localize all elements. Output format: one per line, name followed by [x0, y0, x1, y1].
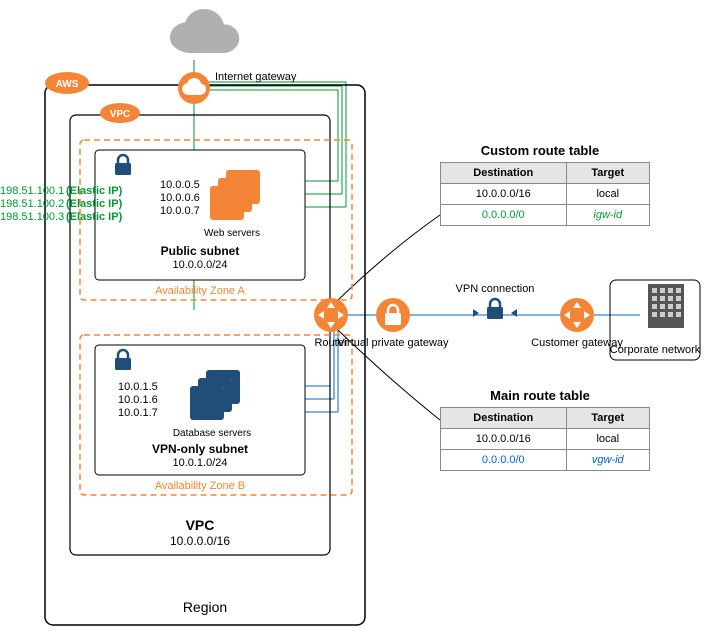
privsub-cidr: 10.0.1.0/24: [172, 457, 227, 469]
vpn-label: VPN connection: [456, 283, 535, 295]
web-label: Web servers: [204, 228, 260, 239]
pubsub-cidr: 10.0.0.0/24: [172, 259, 227, 271]
vgw-icon: [376, 298, 410, 332]
col-dest: Destination: [441, 408, 567, 429]
col-tgt: Target: [566, 408, 649, 429]
eip-1-tag: (Elastic IP): [66, 198, 123, 210]
crt-title: Custom route table: [481, 143, 599, 158]
webip-1: 10.0.0.6: [160, 192, 200, 204]
table-row: 0.0.0.0/0igw-id: [441, 205, 650, 226]
webip-0: 10.0.0.5: [160, 179, 200, 191]
vpc-cidr: 10.0.0.0/16: [170, 534, 230, 548]
region-label: Region: [183, 599, 227, 615]
dbip-0: 10.0.1.5: [118, 381, 158, 393]
internet-gateway-icon: [178, 72, 210, 104]
vgw-label: Virtual private gateway: [337, 337, 449, 349]
table-row: 0.0.0.0/0vgw-id: [441, 450, 650, 471]
svg-text:AWS: AWS: [56, 79, 79, 90]
webip-2: 10.0.0.7: [160, 205, 200, 217]
building-icon: [648, 284, 684, 328]
az-b-label: Availability Zone B: [155, 480, 245, 492]
dbip-1: 10.0.1.6: [118, 394, 158, 406]
eip-2-ip: 198.51.100.3: [0, 211, 64, 223]
mrt-title: Main route table: [490, 388, 590, 403]
eip-0-tag: (Elastic IP): [66, 185, 123, 197]
col-dest: Destination: [441, 163, 567, 184]
cloud-icon: [170, 9, 239, 53]
corpnet-label: Corporate network: [610, 344, 701, 356]
eip-0-ip: 198.51.100.1: [0, 185, 64, 197]
vpc-badge: VPC: [100, 103, 140, 123]
main-route-table: DestinationTarget 10.0.0.0/16local 0.0.0…: [440, 407, 650, 471]
db-label: Database servers: [173, 428, 251, 439]
vpc-title: VPC: [186, 517, 215, 533]
igw-label: Internet gateway: [215, 71, 297, 83]
eip-2-tag: (Elastic IP): [66, 211, 123, 223]
table-row: 10.0.0.0/16local: [441, 184, 650, 205]
vpn-icon: [473, 299, 517, 319]
svg-text:VPC: VPC: [110, 109, 131, 120]
cgw-icon: [560, 298, 594, 332]
privsub-label: VPN-only subnet: [152, 442, 248, 456]
eip-1-ip: 198.51.100.2: [0, 198, 64, 210]
col-tgt: Target: [566, 163, 649, 184]
custom-route-table: DestinationTarget 10.0.0.0/16local 0.0.0…: [440, 162, 650, 226]
router-icon: [314, 298, 348, 332]
pubsub-label: Public subnet: [161, 244, 240, 258]
table-row: 10.0.0.0/16local: [441, 429, 650, 450]
dbip-2: 10.0.1.7: [118, 407, 158, 419]
az-a-label: Availability Zone A: [155, 285, 245, 297]
aws-badge: AWS: [45, 72, 89, 94]
